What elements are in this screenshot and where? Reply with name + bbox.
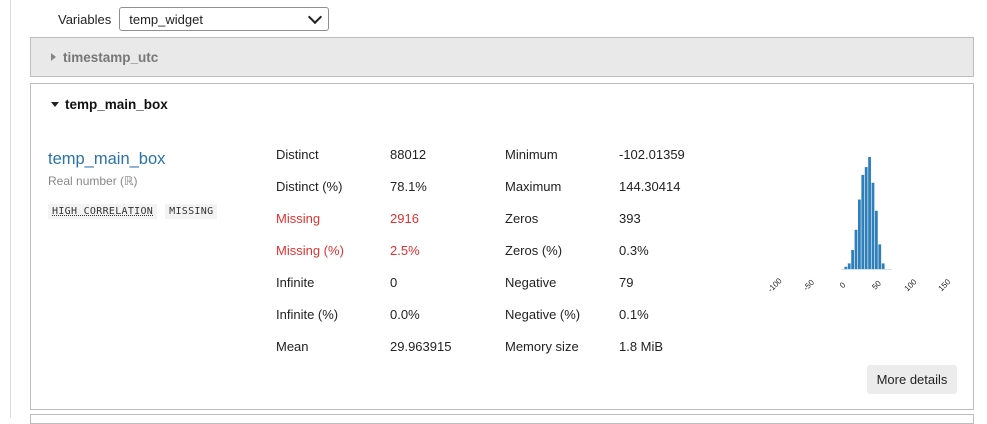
- variables-label: Variables: [58, 11, 112, 27]
- chevron-down-icon: [308, 9, 323, 24]
- expanded-panel-header[interactable]: temp_main_box: [51, 97, 168, 112]
- next-variable-panel: [30, 414, 974, 424]
- stat-value: 0.3%: [619, 243, 649, 258]
- stat-value: 0.0%: [390, 307, 420, 322]
- variables-selected-value: temp_widget: [129, 11, 203, 27]
- expanded-variable-panel: temp_main_box temp_main_box Real number …: [30, 83, 974, 410]
- stat-value: 78.1%: [390, 179, 427, 194]
- histogram-bar: [874, 210, 878, 269]
- histogram-bar: [844, 266, 848, 269]
- histogram-bar: [868, 157, 871, 269]
- stat-label: Distinct (%): [276, 179, 343, 194]
- stat-value: 29.963915: [390, 339, 452, 354]
- x-tick-label: 50: [870, 279, 883, 292]
- more-details-button[interactable]: More details: [867, 365, 957, 394]
- x-tick-label: -100: [766, 276, 784, 294]
- badge-high-correlation[interactable]: HIGH CORRELATION: [48, 204, 158, 219]
- histogram-bar: [854, 229, 858, 269]
- histogram-bar: [878, 244, 882, 269]
- stat-label: Missing: [276, 211, 321, 226]
- stat-value: 1.8 MiB: [619, 339, 664, 354]
- histogram-bar: [871, 182, 875, 269]
- alert-badges: HIGH CORRELATION MISSING: [48, 204, 218, 219]
- histogram-chart: -100 -50 0 50 100 150: [766, 157, 953, 294]
- stat-value: 144.30414: [619, 179, 681, 194]
- caret-down-icon: [51, 102, 59, 107]
- stat-value: 0.1%: [619, 307, 649, 322]
- x-tick-label: 100: [903, 277, 919, 293]
- x-tick-label: 150: [937, 277, 953, 293]
- collapsed-variable-panel[interactable]: timestamp_utc: [30, 37, 974, 77]
- collapsed-panel-title: timestamp_utc: [63, 49, 159, 65]
- histogram-bar: [861, 174, 865, 269]
- stat-label: Negative (%): [505, 307, 581, 322]
- stat-value: 2.5%: [390, 243, 420, 258]
- stat-value: 2916: [390, 211, 419, 226]
- x-tick-label: -50: [801, 278, 816, 293]
- stat-label: Maximum: [505, 179, 562, 194]
- histogram-bar: [864, 167, 868, 269]
- stat-label: Zeros (%): [505, 243, 563, 258]
- expanded-panel-title: temp_main_box: [65, 97, 168, 112]
- histogram-bar: [858, 199, 861, 269]
- stat-value: 79: [619, 275, 634, 290]
- variable-name-link[interactable]: temp_main_box: [48, 150, 165, 169]
- stat-label: Memory size: [505, 339, 579, 354]
- histogram-bar: [851, 249, 855, 269]
- stat-value: -102.01359: [619, 147, 685, 162]
- stat-label: Infinite (%): [276, 307, 339, 322]
- variables-select[interactable]: temp_widget: [119, 7, 330, 31]
- histogram-bar: [881, 263, 885, 269]
- badge-missing: MISSING: [165, 204, 218, 219]
- x-tick-label: 0: [838, 280, 848, 290]
- stat-label: Zeros: [505, 211, 539, 226]
- stat-label: Minimum: [505, 147, 558, 162]
- variables-selector-row: Variables temp_widget: [58, 7, 330, 31]
- stat-label: Infinite: [276, 275, 315, 290]
- variable-type: Real number (ℝ): [48, 174, 138, 188]
- stat-value: 88012: [390, 147, 427, 162]
- stat-value: 0: [390, 275, 398, 290]
- caret-right-icon: [51, 53, 56, 61]
- stat-label: Missing (%): [276, 243, 344, 258]
- stat-label: Distinct: [276, 147, 319, 162]
- stat-label: Mean: [276, 339, 309, 354]
- stat-value: 393: [619, 211, 641, 226]
- histogram-bar: [847, 263, 851, 269]
- stat-label: Negative: [505, 275, 557, 290]
- left-border: [10, 0, 11, 418]
